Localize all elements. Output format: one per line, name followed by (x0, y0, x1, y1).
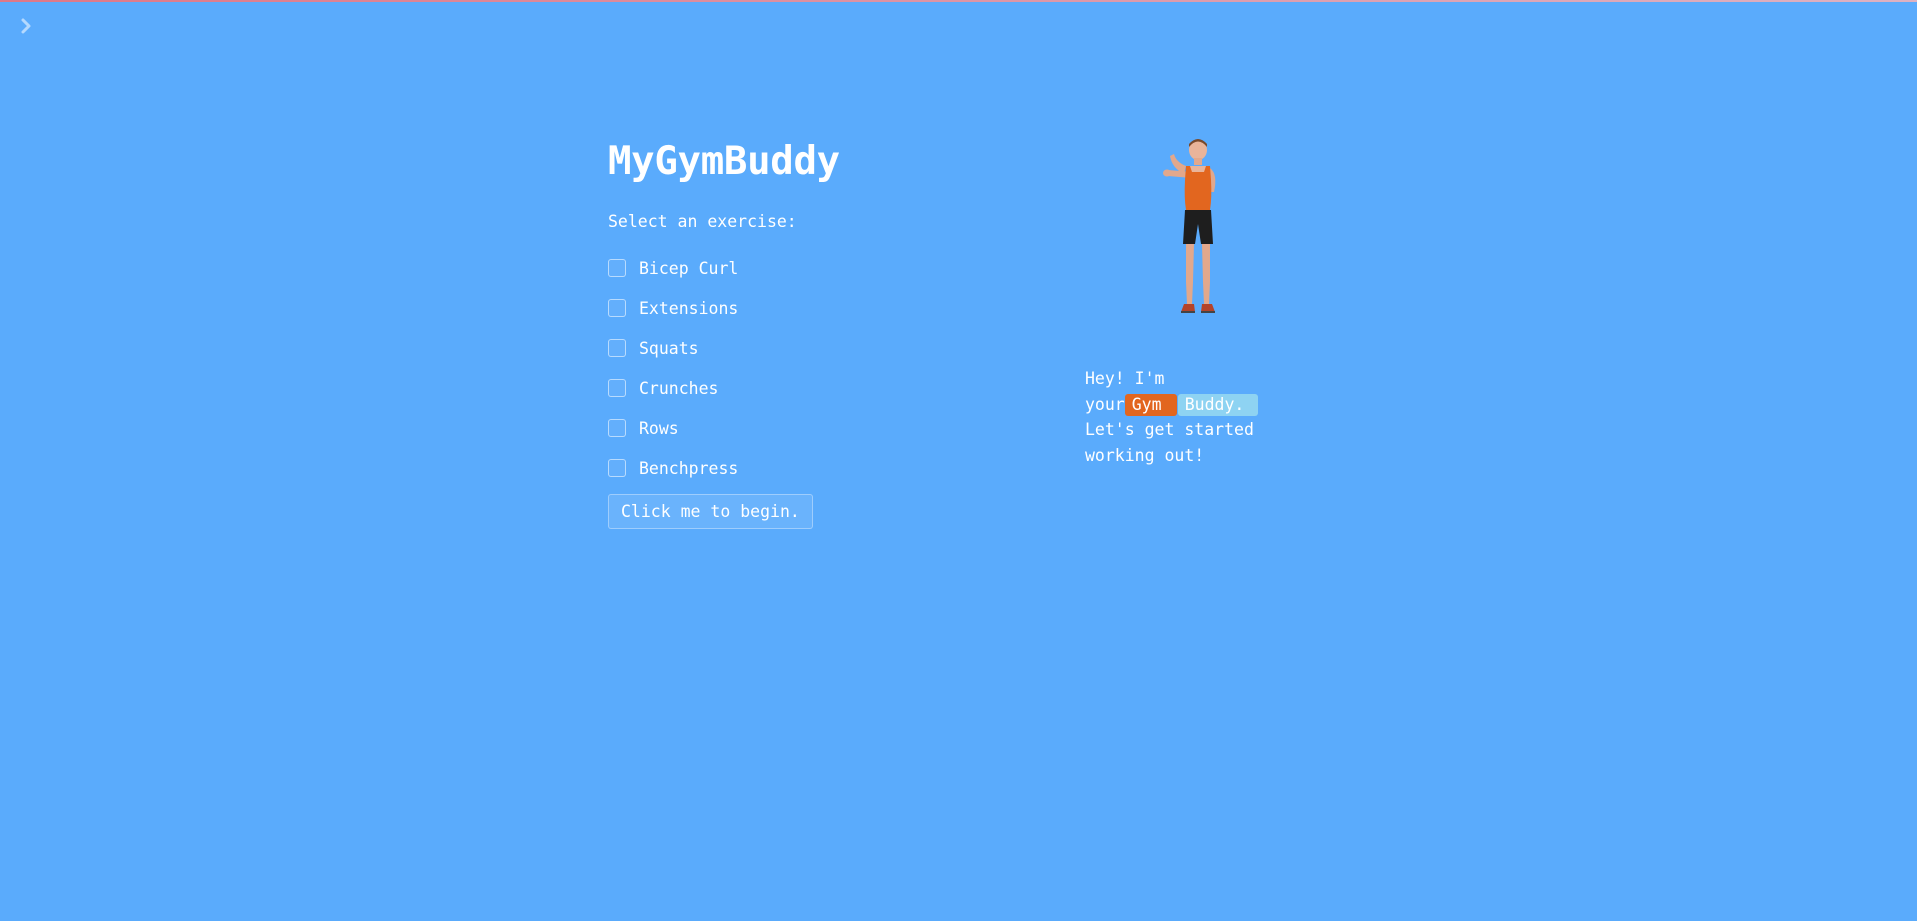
exercise-label: Rows (639, 418, 679, 438)
exercise-option-squats[interactable]: Squats (608, 328, 968, 368)
athlete-illustration (1148, 132, 1248, 332)
checkbox-extensions[interactable] (608, 299, 626, 317)
checkbox-benchpress[interactable] (608, 459, 626, 477)
begin-button[interactable]: Click me to begin. (608, 494, 813, 529)
exercise-option-crunches[interactable]: Crunches (608, 368, 968, 408)
chevron-right-icon[interactable] (18, 16, 36, 36)
exercise-option-rows[interactable]: Rows (608, 408, 968, 448)
checkbox-squats[interactable] (608, 339, 626, 357)
exercise-label: Extensions (639, 298, 739, 318)
greeting-your: your (1085, 394, 1125, 414)
main-content: MyGymBuddy Select an exercise: Bicep Cur… (608, 135, 968, 529)
greeting-line-4: working out! (1085, 445, 1205, 465)
checkbox-crunches[interactable] (608, 379, 626, 397)
buddy-greeting: Hey! I'm your Gym Buddy. Let's get started… (1085, 366, 1285, 468)
exercise-option-benchpress[interactable]: Benchpress (608, 448, 968, 488)
exercise-option-extensions[interactable]: Extensions (608, 288, 968, 328)
exercise-label: Squats (639, 338, 699, 358)
exercise-label: Benchpress (639, 458, 739, 478)
exercise-label: Bicep Curl (639, 258, 739, 278)
gym-chip: Gym (1124, 393, 1177, 416)
page-title: MyGymBuddy (608, 139, 840, 184)
exercise-options: Bicep Curl Extensions Squats Crunches Ro… (608, 248, 968, 488)
top-decoration-line (0, 0, 1917, 2)
exercise-option-bicep-curl[interactable]: Bicep Curl (608, 248, 968, 288)
checkbox-bicep-curl[interactable] (608, 259, 626, 277)
exercise-prompt: Select an exercise: (608, 212, 797, 231)
greeting-line-1: Hey! I'm (1085, 369, 1165, 388)
buddy-chip: Buddy. (1177, 393, 1258, 416)
greeting-line-3: Let's get started (1085, 420, 1254, 439)
checkbox-rows[interactable] (608, 419, 626, 437)
exercise-label: Crunches (639, 378, 719, 398)
greeting-line-2: your Gym Buddy. (1085, 392, 1285, 418)
